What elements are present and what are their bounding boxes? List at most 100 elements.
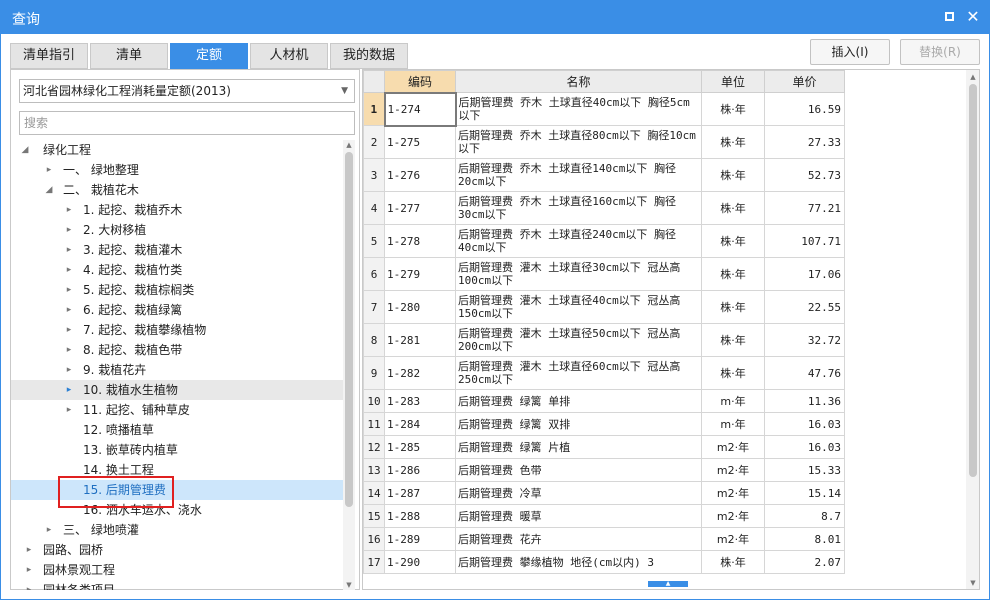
caret-expanded-icon[interactable]: ◢ <box>19 140 31 160</box>
table-row[interactable]: 5 1-278 后期管理费 乔木 土球直径240cm以下 胸径40cm以下 株·… <box>363 224 965 258</box>
maximize-icon[interactable] <box>940 8 958 26</box>
column-header-code[interactable]: 编码 <box>384 70 456 93</box>
tree-item[interactable]: ▸ 9. 栽植花卉 <box>11 360 343 380</box>
tree-item[interactable]: 13. 嵌草砖内植草 <box>11 440 343 460</box>
name-cell[interactable]: 后期管理费 灌木 土球直径60cm以下 冠丛高250cm以下 <box>455 356 702 390</box>
grid-scrollbar[interactable]: ▲ ▼ <box>966 70 979 589</box>
unit-cell[interactable]: m·年 <box>701 412 765 436</box>
price-cell[interactable]: 16.03 <box>764 435 845 459</box>
name-cell[interactable]: 后期管理费 灌木 土球直径50cm以下 冠丛高200cm以下 <box>455 323 702 357</box>
code-cell[interactable]: 1-282 <box>384 356 456 390</box>
tree-item[interactable]: 14. 换土工程 <box>11 460 343 480</box>
caret-collapsed-icon[interactable]: ▸ <box>63 320 75 340</box>
price-cell[interactable]: 16.03 <box>764 412 845 436</box>
unit-cell[interactable]: 株·年 <box>701 191 765 225</box>
close-icon[interactable]: ✕ <box>964 8 982 26</box>
table-row[interactable]: 1 1-274 后期管理费 乔木 土球直径40cm以下 胸径5cm以下 株·年 … <box>363 91 965 127</box>
code-cell[interactable]: 1-277 <box>384 191 456 225</box>
tree-item-selected[interactable]: 15. 后期管理费 <box>11 480 343 500</box>
price-cell[interactable]: 8.7 <box>764 504 845 528</box>
scroll-thumb[interactable] <box>345 152 353 507</box>
price-cell[interactable]: 107.71 <box>764 224 845 258</box>
tab-quota[interactable]: 定额 <box>170 43 248 69</box>
caret-collapsed-icon[interactable]: ▸ <box>63 380 75 400</box>
table-row[interactable]: 2 1-275 后期管理费 乔木 土球直径80cm以下 胸径10cm以下 株·年… <box>363 125 965 159</box>
name-cell[interactable]: 后期管理费 乔木 土球直径240cm以下 胸径40cm以下 <box>455 224 702 258</box>
tree-item[interactable]: ▸ 园林各类项目 <box>11 580 343 590</box>
tree-item-hovered[interactable]: ▸ 10. 栽植水生植物 <box>11 380 343 400</box>
tab-bill-guide[interactable]: 清单指引 <box>10 43 88 69</box>
code-cell[interactable]: 1-275 <box>384 125 456 159</box>
column-header-unit[interactable]: 单位 <box>701 70 765 93</box>
tab-my-data[interactable]: 我的数据 <box>330 43 408 69</box>
caret-collapsed-icon[interactable]: ▸ <box>23 580 35 590</box>
column-header-price[interactable]: 单价 <box>764 70 845 93</box>
name-cell[interactable]: 后期管理费 灌木 土球直径40cm以下 冠丛高150cm以下 <box>455 290 702 324</box>
unit-cell[interactable]: m2·年 <box>701 504 765 528</box>
table-row[interactable]: 7 1-280 后期管理费 灌木 土球直径40cm以下 冠丛高150cm以下 株… <box>363 290 965 324</box>
name-cell[interactable]: 后期管理费 乔木 土球直径160cm以下 胸径30cm以下 <box>455 191 702 225</box>
table-row[interactable]: 9 1-282 后期管理费 灌木 土球直径60cm以下 冠丛高250cm以下 株… <box>363 356 965 390</box>
tree-item[interactable]: ▸ 一、 绿地整理 <box>11 160 343 180</box>
price-cell[interactable]: 52.73 <box>764 158 845 192</box>
caret-collapsed-icon[interactable]: ▸ <box>23 540 35 560</box>
price-cell[interactable]: 32.72 <box>764 323 845 357</box>
unit-cell[interactable]: 株·年 <box>701 290 765 324</box>
name-cell[interactable]: 后期管理费 暖草 <box>455 504 702 528</box>
code-cell[interactable]: 1-279 <box>384 257 456 291</box>
unit-cell[interactable]: 株·年 <box>701 158 765 192</box>
caret-expanded-icon[interactable]: ◢ <box>43 180 55 200</box>
column-header-name[interactable]: 名称 <box>455 70 702 93</box>
unit-cell[interactable]: 株·年 <box>701 323 765 357</box>
caret-collapsed-icon[interactable]: ▸ <box>63 300 75 320</box>
caret-collapsed-icon[interactable]: ▸ <box>63 280 75 300</box>
price-cell[interactable]: 47.76 <box>764 356 845 390</box>
tree-item[interactable]: ◢ 二、 栽植花木 <box>11 180 343 200</box>
name-cell[interactable]: 后期管理费 冷草 <box>455 481 702 505</box>
search-input[interactable] <box>19 111 355 135</box>
scroll-up-icon[interactable]: ▲ <box>966 72 979 82</box>
price-cell[interactable]: 16.59 <box>764 92 845 126</box>
table-row[interactable]: 11 1-284 后期管理费 绿篱 双排 m·年 16.03 <box>363 412 965 436</box>
tree-item[interactable]: ▸ 1. 起挖、栽植乔木 <box>11 200 343 220</box>
price-cell[interactable]: 17.06 <box>764 257 845 291</box>
code-cell[interactable]: 1-280 <box>384 290 456 324</box>
code-cell[interactable]: 1-283 <box>384 389 456 413</box>
price-cell[interactable]: 27.33 <box>764 125 845 159</box>
price-cell[interactable]: 22.55 <box>764 290 845 324</box>
price-cell[interactable]: 15.33 <box>764 458 845 482</box>
caret-collapsed-icon[interactable]: ▸ <box>63 400 75 420</box>
code-cell[interactable]: 1-288 <box>384 504 456 528</box>
caret-collapsed-icon[interactable]: ▸ <box>43 520 55 540</box>
caret-collapsed-icon[interactable]: ▸ <box>23 560 35 580</box>
unit-cell[interactable]: 株·年 <box>701 550 765 574</box>
table-row[interactable]: 6 1-279 后期管理费 灌木 土球直径30cm以下 冠丛高100cm以下 株… <box>363 257 965 291</box>
unit-cell[interactable]: 株·年 <box>701 92 765 126</box>
code-cell[interactable]: 1-287 <box>384 481 456 505</box>
caret-collapsed-icon[interactable]: ▸ <box>63 220 75 240</box>
table-row[interactable]: 13 1-286 后期管理费 色带 m2·年 15.33 <box>363 458 965 482</box>
price-cell[interactable]: 11.36 <box>764 389 845 413</box>
scroll-thumb[interactable] <box>969 84 977 477</box>
tree-item[interactable]: ▸ 4. 起挖、栽植竹类 <box>11 260 343 280</box>
code-cell[interactable]: 1-281 <box>384 323 456 357</box>
tree-item[interactable]: ▸ 11. 起挖、铺种草皮 <box>11 400 343 420</box>
code-cell[interactable]: 1-276 <box>384 158 456 192</box>
price-cell[interactable]: 2.07 <box>764 550 845 574</box>
code-cell[interactable]: 1-278 <box>384 224 456 258</box>
caret-collapsed-icon[interactable]: ▸ <box>63 340 75 360</box>
tree-item[interactable]: ▸ 8. 起挖、栽植色带 <box>11 340 343 360</box>
caret-collapsed-icon[interactable]: ▸ <box>63 360 75 380</box>
panel-splitter-handle[interactable]: ▲ <box>648 581 688 587</box>
replace-button[interactable]: 替换(R) <box>900 39 980 65</box>
unit-cell[interactable]: m2·年 <box>701 435 765 459</box>
tab-labor-material-machine[interactable]: 人材机 <box>250 43 328 69</box>
tree-item[interactable]: 12. 喷播植草 <box>11 420 343 440</box>
name-cell[interactable]: 后期管理费 乔木 土球直径80cm以下 胸径10cm以下 <box>455 125 702 159</box>
name-cell[interactable]: 后期管理费 乔木 土球直径140cm以下 胸径20cm以下 <box>455 158 702 192</box>
unit-cell[interactable]: m2·年 <box>701 481 765 505</box>
table-row[interactable]: 16 1-289 后期管理费 花卉 m2·年 8.01 <box>363 527 965 551</box>
tree-item[interactable]: ▸ 6. 起挖、栽植绿篱 <box>11 300 343 320</box>
tree-item[interactable]: ▸ 2. 大树移植 <box>11 220 343 240</box>
name-cell[interactable]: 后期管理费 花卉 <box>455 527 702 551</box>
